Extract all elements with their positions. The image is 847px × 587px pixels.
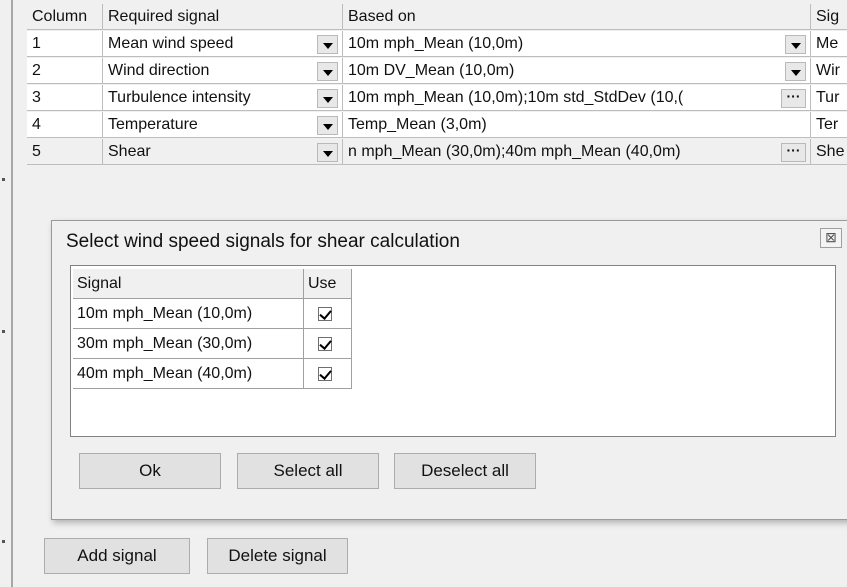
signal-name: 40m mph_Mean (40,0m) bbox=[73, 359, 304, 389]
sig-cell: Wir bbox=[811, 58, 847, 84]
window-left-edge bbox=[0, 0, 13, 587]
required-signal-label: Wind direction bbox=[108, 62, 210, 79]
required-signal-cell[interactable]: Temperature bbox=[103, 112, 343, 138]
use-cell bbox=[304, 359, 352, 389]
based-on-cell[interactable]: Temp_Mean (3,0m) bbox=[343, 112, 811, 138]
signal-list-panel: Signal Use 10m mph_Mean (10,0m) 30m mph_… bbox=[70, 265, 836, 437]
select-all-button[interactable]: Select all bbox=[237, 453, 379, 489]
delete-signal-button[interactable]: Delete signal bbox=[207, 538, 348, 574]
column-number: 5 bbox=[27, 139, 103, 165]
header-column: Column bbox=[27, 4, 103, 30]
based-on-cell[interactable]: 10m mph_Mean (10,0m) bbox=[343, 31, 811, 57]
required-signal-cell[interactable]: Turbulence intensity bbox=[103, 85, 343, 111]
use-checkbox[interactable] bbox=[318, 307, 332, 321]
required-signal-dropdown-button[interactable] bbox=[317, 89, 338, 108]
use-cell bbox=[304, 299, 352, 329]
shear-signal-dialog: Select wind speed signals for shear calc… bbox=[51, 220, 847, 520]
based-on-ellipsis-button[interactable]: ··· bbox=[781, 89, 806, 108]
based-on-label: 10m mph_Mean (10,0m);10m std_StdDev (10,… bbox=[348, 89, 684, 106]
add-signal-button[interactable]: Add signal bbox=[44, 538, 190, 574]
required-signal-cell[interactable]: Mean wind speed bbox=[103, 31, 343, 57]
dialog-title: Select wind speed signals for shear calc… bbox=[66, 231, 460, 252]
header-required-signal: Required signal bbox=[103, 4, 343, 30]
edge-marker bbox=[2, 330, 5, 333]
header-use: Use bbox=[304, 269, 352, 299]
required-signal-cell[interactable]: Wind direction bbox=[103, 58, 343, 84]
check-mark-icon bbox=[319, 307, 332, 320]
check-mark-icon bbox=[319, 367, 332, 380]
sig-cell: Tur bbox=[811, 85, 847, 111]
required-signal-dropdown-button[interactable] bbox=[317, 35, 338, 54]
based-on-label: 10m mph_Mean (10,0m) bbox=[348, 35, 524, 52]
header-sig: Sig bbox=[811, 4, 847, 30]
edge-marker bbox=[2, 178, 5, 181]
left-border-line bbox=[11, 0, 13, 587]
column-number: 1 bbox=[27, 31, 103, 57]
sig-cell: She bbox=[811, 139, 847, 165]
use-checkbox[interactable] bbox=[318, 337, 332, 351]
required-signal-label: Temperature bbox=[108, 116, 198, 133]
close-icon[interactable]: ⊠ bbox=[820, 228, 842, 248]
deselect-all-button[interactable]: Deselect all bbox=[394, 453, 536, 489]
based-on-cell[interactable]: 10m DV_Mean (10,0m) bbox=[343, 58, 811, 84]
based-on-label: 10m DV_Mean (10,0m) bbox=[348, 62, 515, 79]
required-signal-label: Shear bbox=[108, 143, 151, 160]
header-signal: Signal bbox=[73, 269, 304, 299]
header-based-on: Based on bbox=[343, 4, 811, 30]
based-on-dropdown-button[interactable] bbox=[785, 35, 806, 54]
based-on-cell[interactable]: n mph_Mean (30,0m);40m mph_Mean (40,0m) … bbox=[343, 139, 811, 165]
sig-cell: Me bbox=[811, 31, 847, 57]
column-number: 2 bbox=[27, 58, 103, 84]
signal-name: 10m mph_Mean (10,0m) bbox=[73, 299, 304, 329]
ok-button[interactable]: Ok bbox=[79, 453, 221, 489]
required-signal-dropdown-button[interactable] bbox=[317, 62, 338, 81]
signal-name: 30m mph_Mean (30,0m) bbox=[73, 329, 304, 359]
column-number: 4 bbox=[27, 112, 103, 138]
required-signal-label: Mean wind speed bbox=[108, 35, 234, 52]
based-on-cell[interactable]: 10m mph_Mean (10,0m);10m std_StdDev (10,… bbox=[343, 85, 811, 111]
use-cell bbox=[304, 329, 352, 359]
required-signal-dropdown-button[interactable] bbox=[317, 116, 338, 135]
sig-cell: Ter bbox=[811, 112, 847, 138]
based-on-ellipsis-button[interactable]: ··· bbox=[781, 143, 806, 162]
edge-marker bbox=[2, 540, 5, 543]
column-number: 3 bbox=[27, 85, 103, 111]
required-signal-cell[interactable]: Shear bbox=[103, 139, 343, 165]
based-on-label: Temp_Mean (3,0m) bbox=[348, 116, 487, 133]
required-signal-label: Turbulence intensity bbox=[108, 89, 251, 106]
check-mark-icon bbox=[319, 337, 332, 350]
use-checkbox[interactable] bbox=[318, 367, 332, 381]
based-on-dropdown-button[interactable] bbox=[785, 62, 806, 81]
required-signal-dropdown-button[interactable] bbox=[317, 143, 338, 162]
based-on-label: n mph_Mean (30,0m);40m mph_Mean (40,0m) bbox=[348, 143, 681, 160]
